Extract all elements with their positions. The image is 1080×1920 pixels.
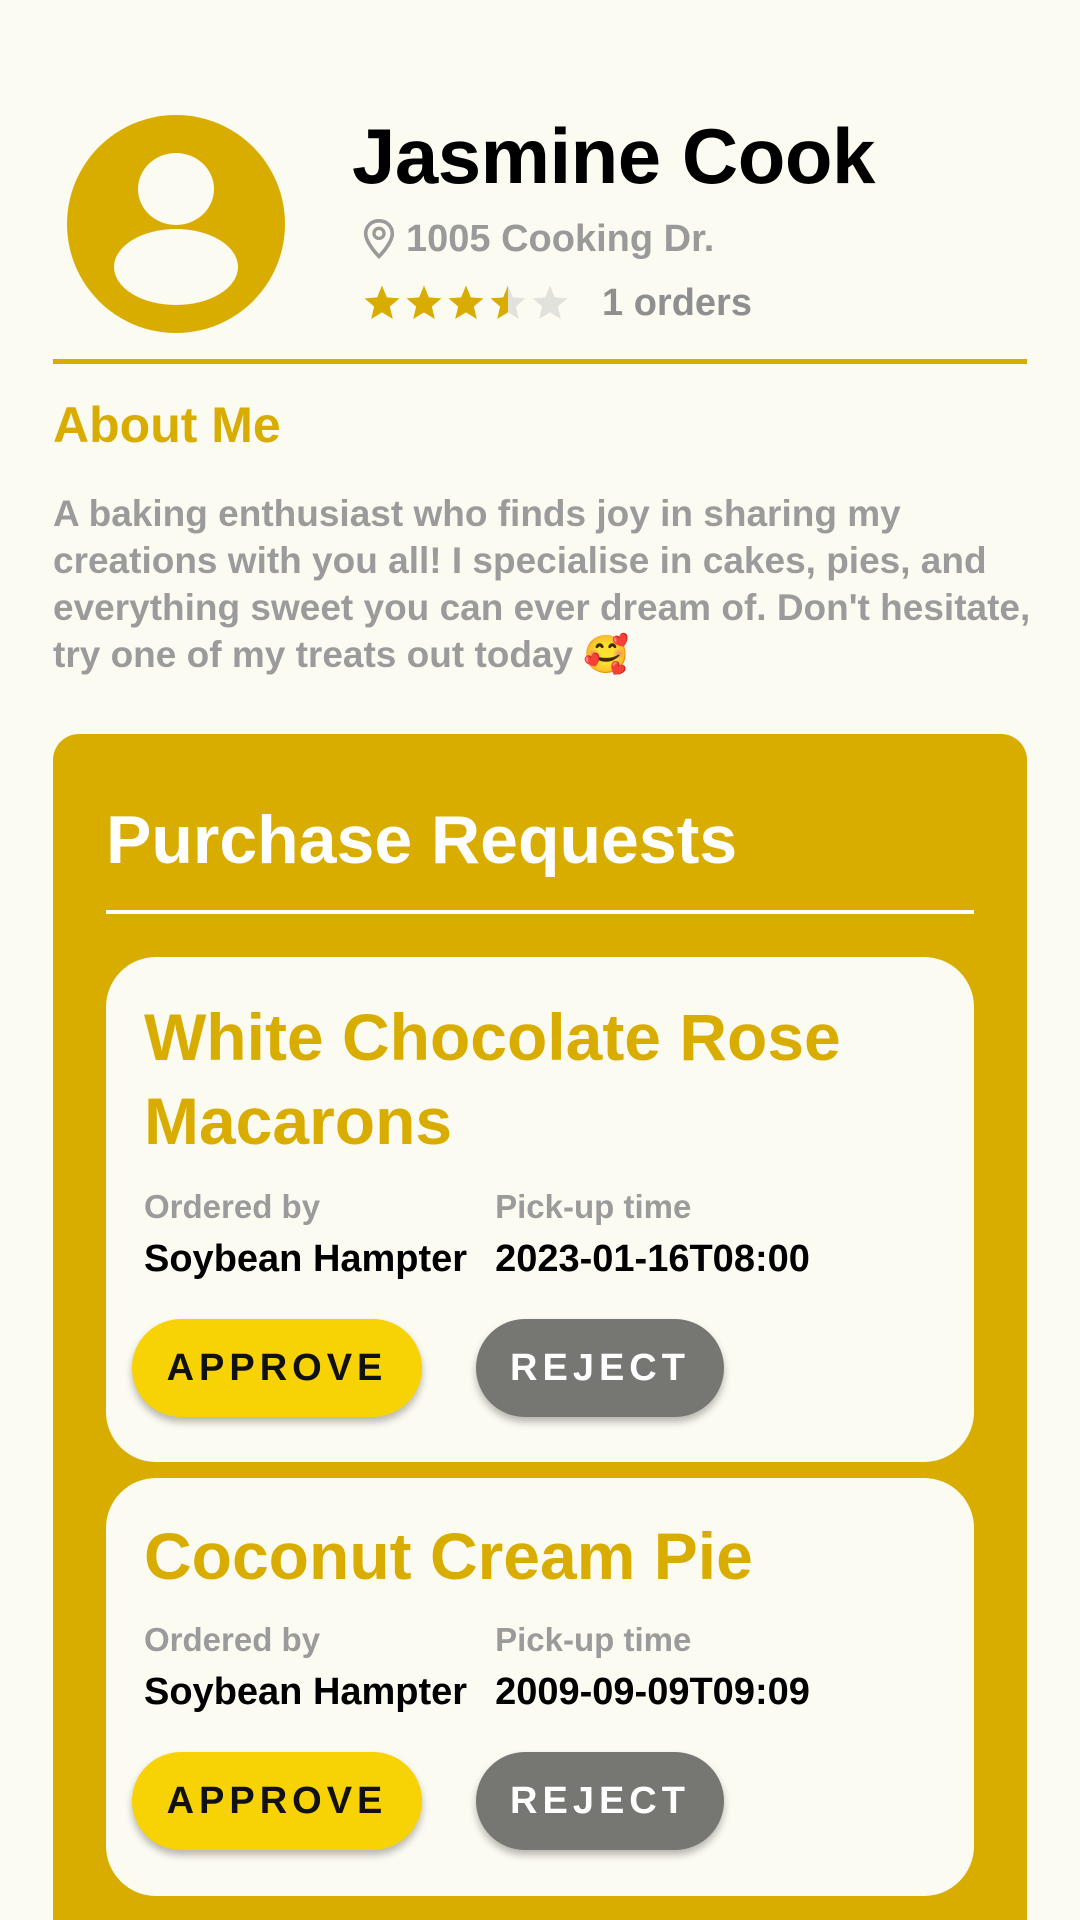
person-icon — [114, 153, 238, 305]
reject-button[interactable]: REJECT — [476, 1752, 724, 1850]
ordered-by-value: Soybean Hampter — [144, 1671, 468, 1713]
about-text: A baking enthusiast who finds joy in sha… — [53, 493, 1031, 675]
purchase-requests-panel: Purchase Requests White Chocolate Rose M… — [53, 734, 1027, 1920]
ordered-by-label: Ordered by — [144, 1621, 321, 1658]
star-icon — [490, 285, 526, 319]
profile-name: Jasmine Cook — [352, 112, 875, 200]
star-icon — [364, 285, 400, 319]
pickup-value: 2009-09-09T09:09 — [495, 1671, 810, 1713]
ordered-by-label: Ordered by — [144, 1188, 321, 1225]
request-card: Coconut Cream Pie Ordered by Soybean Ham… — [106, 1478, 974, 1896]
purchase-requests-title: Purchase Requests — [106, 802, 738, 878]
reject-button[interactable]: REJECT — [476, 1319, 724, 1417]
pickup-label: Pick-up time — [495, 1188, 692, 1225]
rating-row: 1 orders — [362, 278, 752, 328]
address: 1005 Cooking Dr. — [406, 217, 715, 260]
about-title: About Me — [53, 397, 281, 453]
pickup-group: Pick-up time 2009-09-09T09:09 — [495, 1618, 810, 1718]
request-card: White Chocolate Rose Macarons Ordered by… — [106, 957, 974, 1462]
pickup-label: Pick-up time — [495, 1621, 692, 1658]
ordered-by-group: Ordered by Soybean Hampter — [144, 1618, 467, 1718]
pickup-value: 2023-01-16T08:00 — [495, 1238, 810, 1280]
seller-profile-screen: Jasmine Cook 1005 Cooking Dr. 1 orders A… — [0, 0, 1080, 1920]
header-divider — [53, 359, 1027, 364]
order-count: 1 orders — [602, 281, 752, 324]
approve-button[interactable]: APPROVE — [132, 1319, 422, 1417]
request-item-title: White Chocolate Rose Macarons — [144, 1000, 841, 1158]
star-icon — [532, 285, 568, 319]
star-icon — [406, 285, 442, 319]
avatar — [67, 115, 285, 333]
star-rating — [362, 283, 572, 323]
pickup-group: Pick-up time 2023-01-16T08:00 — [495, 1185, 810, 1285]
location-pin-icon — [363, 218, 395, 260]
star-icon — [448, 285, 484, 319]
ordered-by-value: Soybean Hampter — [144, 1238, 468, 1280]
request-meta: Ordered by Soybean Hampter Pick-up time … — [144, 1618, 838, 1718]
address-row: 1005 Cooking Dr. — [362, 214, 714, 264]
ordered-by-group: Ordered by Soybean Hampter — [144, 1185, 467, 1285]
approve-button[interactable]: APPROVE — [132, 1752, 422, 1850]
request-meta: Ordered by Soybean Hampter Pick-up time … — [144, 1185, 838, 1285]
request-item-title: Coconut Cream Pie — [144, 1519, 753, 1593]
panel-divider — [106, 910, 974, 914]
